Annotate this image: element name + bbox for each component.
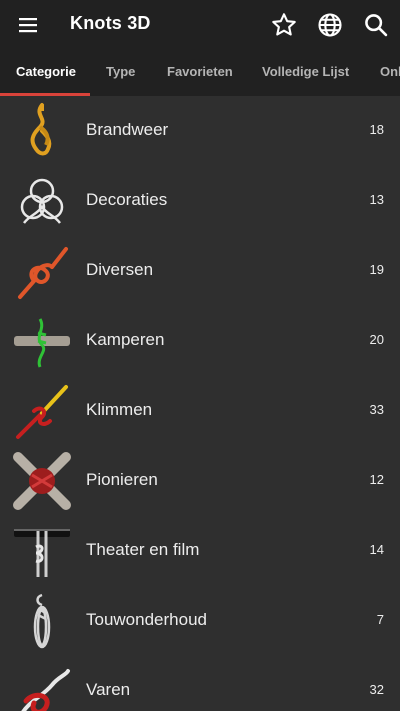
tab-categorie[interactable]: Categorie	[16, 50, 76, 96]
category-count: 32	[369, 682, 384, 697]
kamperen-knot-icon	[12, 311, 72, 371]
category-count: 14	[369, 542, 384, 557]
category-label: Klimmen	[86, 400, 153, 419]
tab-type[interactable]: Type	[106, 50, 135, 96]
list-item-pionieren[interactable]: Pionieren 12	[0, 446, 400, 516]
list-item-varen[interactable]: Varen 32	[0, 656, 400, 711]
list-item-theater-en-film[interactable]: Theater en film 14	[0, 516, 400, 586]
category-label: Decoraties	[86, 190, 168, 209]
list-item-decoraties[interactable]: Decoraties 13	[0, 166, 400, 236]
touwonderhoud-coil-icon	[12, 591, 72, 651]
category-label: Touwonderhoud	[86, 610, 207, 629]
category-count: 18	[369, 122, 384, 137]
theater-en-film-knot-icon	[12, 521, 72, 581]
tab-online[interactable]: Onl	[380, 50, 400, 96]
category-label: Kamperen	[86, 330, 165, 349]
category-count: 13	[369, 192, 384, 207]
category-count: 19	[369, 262, 384, 277]
category-label: Diversen	[86, 260, 154, 279]
category-label: Theater en film	[86, 540, 200, 559]
decoraties-knot-icon	[12, 171, 72, 231]
category-list: Brandweer 18 Decoraties 13 Diversen 19 K…	[0, 96, 400, 711]
category-count: 12	[369, 472, 384, 487]
category-count: 20	[369, 332, 384, 347]
list-item-touwonderhoud[interactable]: Touwonderhoud 7	[0, 586, 400, 656]
list-item-klimmen[interactable]: Klimmen 33	[0, 376, 400, 446]
search-icon[interactable]	[362, 11, 390, 39]
tab-favorieten[interactable]: Favorieten	[167, 50, 233, 96]
menu-icon[interactable]	[16, 13, 40, 37]
category-count: 33	[369, 402, 384, 417]
tab-bar: Categorie Type Favorieten Volledige Lijs…	[0, 50, 400, 96]
brandweer-knot-icon	[12, 101, 72, 161]
globe-icon[interactable]	[316, 11, 344, 39]
varen-knot-icon	[12, 661, 72, 711]
list-item-brandweer[interactable]: Brandweer 18	[0, 96, 400, 166]
star-icon[interactable]	[270, 11, 298, 39]
list-item-diversen[interactable]: Diversen 19	[0, 236, 400, 306]
app-title: Knots 3D	[70, 13, 151, 33]
category-label: Pionieren	[86, 470, 158, 489]
category-count: 7	[376, 612, 384, 627]
top-app-bar: Knots 3D	[0, 0, 400, 50]
klimmen-knot-icon	[12, 381, 72, 441]
category-label: Varen	[86, 680, 131, 699]
pionieren-knot-icon	[12, 451, 72, 511]
category-label: Brandweer	[86, 120, 169, 139]
diversen-knot-icon	[12, 241, 72, 301]
app-screen: Knots 3D Categorie Type Favorieten Volle…	[0, 0, 400, 711]
list-item-kamperen[interactable]: Kamperen 20	[0, 306, 400, 376]
tab-volledige-lijst[interactable]: Volledige Lijst	[262, 50, 349, 96]
